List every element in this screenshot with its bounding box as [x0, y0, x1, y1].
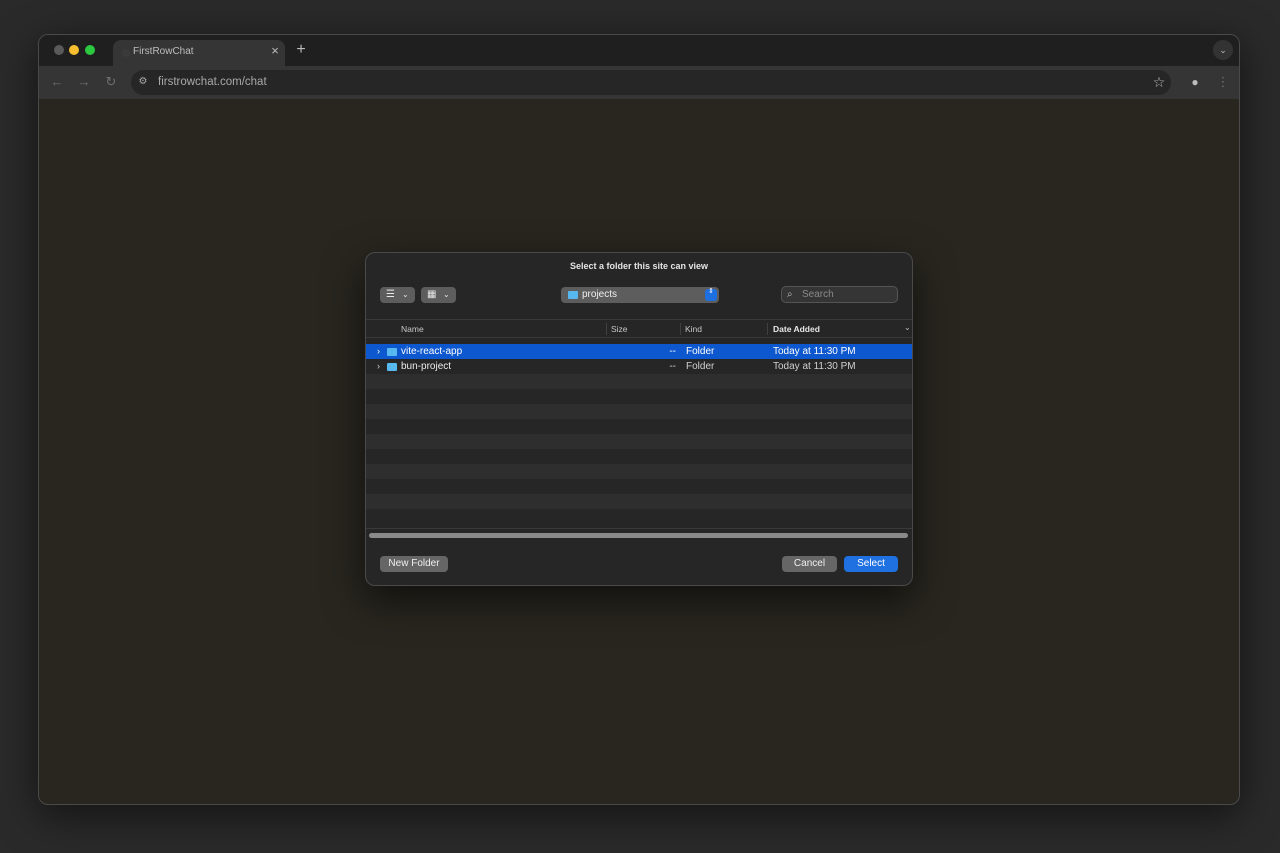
item-size: --: [669, 346, 676, 357]
sort-descending-icon: ⌄: [904, 323, 911, 332]
tab-firstrowchat[interactable]: FirstRowChat ×: [113, 40, 285, 66]
new-folder-button[interactable]: New Folder: [380, 556, 448, 572]
tab-search-icon[interactable]: ⌄: [1213, 40, 1233, 60]
column-date-added[interactable]: Date Added: [773, 324, 820, 334]
empty-row: [366, 389, 912, 404]
chevron-down-icon: ⌄: [402, 290, 409, 299]
list-view-button[interactable]: ☰ ⌄: [380, 287, 415, 303]
disclosure-chevron-icon[interactable]: ›: [377, 345, 380, 358]
folder-icon: [568, 291, 578, 299]
scrollbar-thumb[interactable]: [369, 533, 908, 538]
grid-view-button[interactable]: ▦ ⌄: [421, 287, 456, 303]
grid-view-icon: ▦: [427, 289, 437, 300]
disclosure-chevron-icon[interactable]: ›: [377, 360, 380, 373]
select-button[interactable]: Select: [844, 556, 898, 572]
column-kind[interactable]: Kind: [685, 324, 702, 334]
empty-row: [366, 434, 912, 449]
profile-icon[interactable]: ●: [1185, 72, 1205, 92]
column-size[interactable]: Size: [611, 324, 628, 334]
tab-close-icon[interactable]: ×: [267, 43, 283, 59]
list-view-icon: ☰: [386, 289, 395, 300]
list-item[interactable]: › bun-project -- Folder Today at 11:30 P…: [366, 359, 912, 374]
empty-row: [366, 449, 912, 464]
empty-row: [366, 419, 912, 434]
location-popup-button[interactable]: projects ⇕: [561, 287, 719, 303]
item-kind: Folder: [686, 346, 715, 357]
search-icon: ⌕: [787, 289, 793, 300]
cancel-button[interactable]: Cancel: [782, 556, 837, 572]
item-date: Today at 11:30 PM: [773, 346, 856, 357]
folder-icon: [387, 348, 397, 356]
item-size: --: [669, 361, 676, 372]
search-input[interactable]: [802, 288, 894, 301]
column-divider[interactable]: [680, 323, 681, 335]
empty-row: [366, 404, 912, 419]
new-tab-button[interactable]: +: [292, 40, 310, 60]
column-name[interactable]: Name: [401, 324, 424, 334]
item-kind: Folder: [686, 361, 715, 372]
reload-icon[interactable]: ↻: [101, 72, 121, 92]
folder-picker-dialog: Select a folder this site can view ☰ ⌄ ▦…: [365, 252, 913, 586]
empty-row: [366, 464, 912, 479]
url-text[interactable]: firstrowchat.com/chat: [158, 76, 267, 88]
item-name: bun-project: [401, 361, 452, 372]
address-bar[interactable]: ⚙ firstrowchat.com/chat: [131, 70, 1171, 95]
back-icon[interactable]: ←: [47, 72, 67, 92]
browser-menu-icon[interactable]: ⋮: [1213, 72, 1233, 92]
window-maximize-button[interactable]: [85, 45, 95, 55]
tab-title: FirstRowChat: [133, 46, 194, 57]
stepper-icon: ⇕: [705, 288, 717, 301]
location-label: projects: [582, 289, 618, 300]
forward-icon[interactable]: →: [74, 72, 94, 92]
file-list: › vite-react-app -- Folder Today at 11:3…: [366, 344, 912, 527]
empty-row: [366, 509, 912, 524]
dialog-title: Select a folder this site can view: [569, 261, 709, 271]
window-close-button[interactable]: [54, 45, 64, 55]
column-divider[interactable]: [606, 323, 607, 335]
window-minimize-button[interactable]: [69, 45, 79, 55]
empty-row: [366, 494, 912, 509]
tab-strip: FirstRowChat × + ⌄: [39, 35, 1239, 66]
item-date: Today at 11:30 PM: [773, 361, 856, 372]
empty-row: [366, 479, 912, 494]
column-divider[interactable]: [767, 323, 768, 335]
folder-icon: [387, 363, 397, 371]
browser-toolbar: ← → ↻ ⚙ firstrowchat.com/chat ☆ ● ⋮: [39, 66, 1239, 99]
bookmark-star-icon[interactable]: ☆: [1149, 72, 1169, 92]
horizontal-scrollbar[interactable]: [366, 528, 912, 541]
column-header: Name Size Kind Date Added ⌄: [366, 319, 912, 338]
chevron-down-icon: ⌄: [443, 290, 450, 299]
tab-favicon-icon: [122, 49, 130, 57]
list-item[interactable]: › vite-react-app -- Folder Today at 11:3…: [366, 344, 912, 359]
site-info-icon[interactable]: ⚙: [137, 76, 149, 88]
search-field[interactable]: ⌕: [781, 286, 898, 303]
empty-row: [366, 374, 912, 389]
item-name: vite-react-app: [401, 346, 463, 357]
